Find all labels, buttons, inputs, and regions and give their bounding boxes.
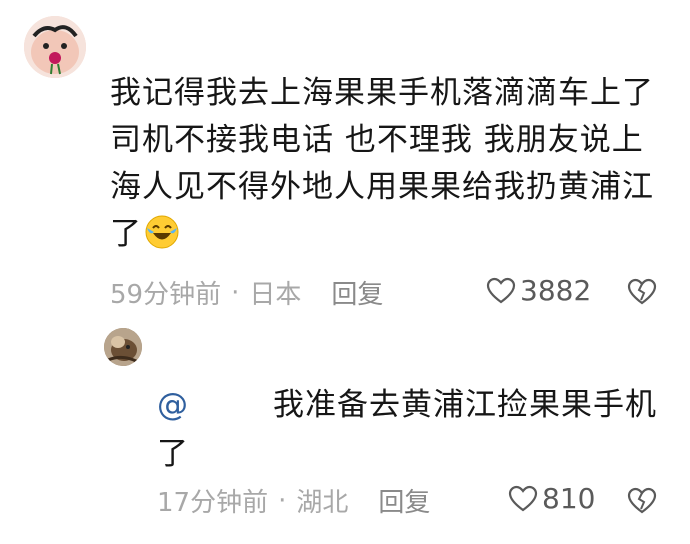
laughing-crying-emoji-icon [144,214,180,264]
meta-separator: · [231,277,240,308]
reply-button[interactable]: 回复 [378,482,430,519]
heart-outline-icon [486,277,516,303]
reply-body: @ 我准备去黄浦江捡果果手机了 [157,381,657,479]
meta-separator: · [278,485,287,516]
mention-link[interactable]: @ [157,387,189,423]
broken-heart-icon [627,487,657,514]
reply-button[interactable]: 回复 [331,274,383,311]
animal-photo-avatar [104,328,142,366]
reply-location: 湖北 [296,488,349,518]
reply-text: 我准备去黄浦江捡果果手机了 [157,387,657,472]
reply-meta: 17分钟前 · 湖北 回复 [157,482,430,519]
like-count: 810 [542,482,596,515]
broken-heart-icon [627,278,657,305]
heart-outline-icon [508,485,538,511]
like-button[interactable]: 3882 [486,274,591,307]
commenter-avatar[interactable] [24,16,86,78]
comment-location: 日本 [249,280,302,310]
comment-text: 我记得我去上海果果手机落滴滴车上了司机不接我电话 也不理我 我朋友说上海人见不得… [110,75,654,252]
comment-body: 我记得我去上海果果手机落滴滴车上了司机不接我电话 也不理我 我朋友说上海人见不得… [110,70,670,264]
dislike-button[interactable] [627,487,657,519]
replier-avatar[interactable] [104,328,142,366]
dislike-button[interactable] [627,278,657,310]
comment-meta: 59分钟前 · 日本 回复 [110,274,383,311]
comment-time: 59分钟前 [110,280,222,310]
reply-time: 17分钟前 [157,488,269,518]
cartoon-face-avatar [24,16,86,78]
like-count: 3882 [520,274,592,307]
like-button[interactable]: 810 [508,482,595,515]
